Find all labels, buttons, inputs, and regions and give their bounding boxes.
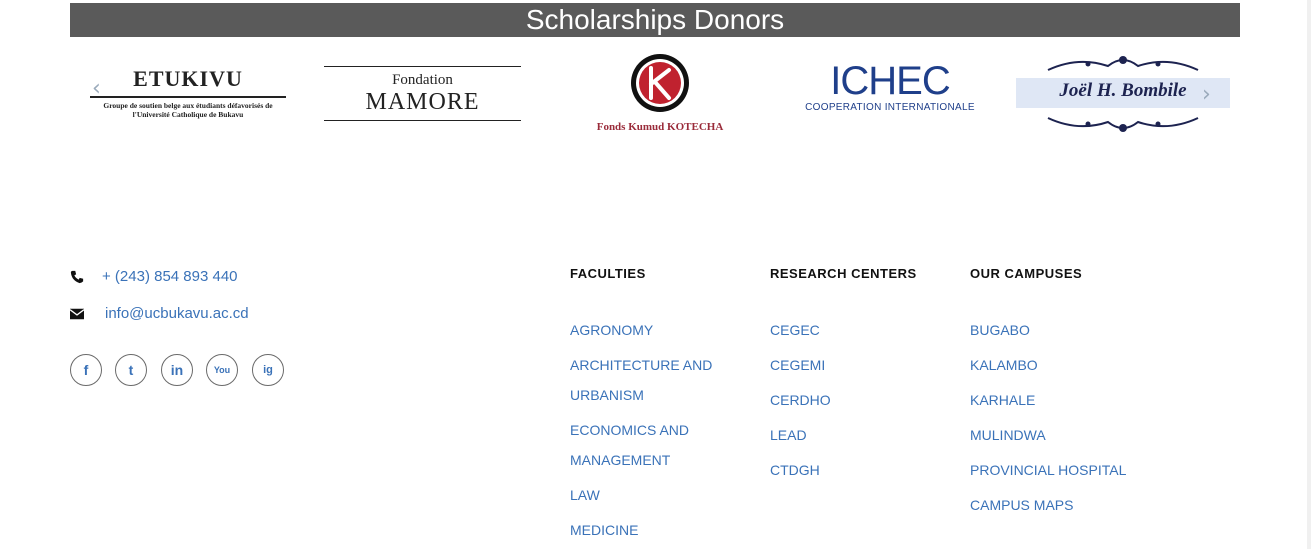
page-scrollbar[interactable]: [1307, 0, 1311, 549]
faculty-link[interactable]: MEDICINE: [570, 515, 712, 545]
research-center-link[interactable]: CEGEMI: [770, 350, 917, 380]
mamore-line2: MAMORE: [365, 89, 480, 115]
ichec-subtitle: COOPERATION INTERNATIONALE: [805, 102, 975, 113]
campus-link[interactable]: PROVINCIAL HOSPITAL: [970, 455, 1126, 485]
envelope-icon: [70, 308, 84, 320]
etukivu-subtitle-2: l'Université Catholique de Bukavu: [132, 110, 244, 119]
faculties-heading: FACULTIES: [570, 266, 646, 281]
research-center-link[interactable]: CTDGH: [770, 455, 917, 485]
research-centers-heading: RESEARCH CENTERS: [770, 266, 917, 281]
campus-link[interactable]: CAMPUS MAPS: [970, 490, 1126, 520]
youtube-icon[interactable]: You: [206, 354, 238, 386]
faculty-link[interactable]: ARCHITECTURE AND URBANISM: [570, 350, 712, 410]
faculty-link[interactable]: LAW: [570, 480, 712, 510]
linkedin-icon[interactable]: in: [161, 354, 193, 386]
twitter-icon[interactable]: t: [115, 354, 147, 386]
facebook-icon[interactable]: f: [70, 354, 102, 386]
faculty-link[interactable]: ECONOMICS AND MANAGEMENT: [570, 415, 712, 475]
etukivu-subtitle-1: Groupe de soutien belge aux étudiants dé…: [103, 101, 273, 110]
research-center-link[interactable]: CERDHO: [770, 385, 917, 415]
research-centers-column: RESEARCH CENTERS CEGEC CEGEMI CERDHO LEA…: [770, 266, 917, 490]
faculties-column: FACULTIES AGRONOMY ARCHITECTURE AND URBAN…: [570, 266, 712, 550]
ornament-top-icon: [1047, 56, 1199, 71]
campus-link[interactable]: KARHALE: [970, 385, 1126, 415]
bombile-name: Joël H. Bombile: [1059, 80, 1187, 101]
ornament-bottom-icon: [1047, 117, 1199, 132]
ichec-name: ICHEC: [830, 59, 950, 103]
research-center-link[interactable]: CEGEC: [770, 315, 917, 345]
etukivu-name: ETUKIVU: [133, 66, 243, 91]
campus-link[interactable]: KALAMBO: [970, 350, 1126, 380]
bombile-logo[interactable]: Joël H. Bombile ›: [1016, 52, 1230, 146]
instagram-icon[interactable]: ig: [252, 354, 284, 386]
phone-number[interactable]: + (243) 854 893 440: [102, 268, 238, 285]
donors-carousel[interactable]: ‹ ETUKIVU Groupe de soutien belge aux ét…: [70, 46, 1240, 146]
carousel-next-arrow[interactable]: ›: [1202, 82, 1211, 107]
email-address[interactable]: info@ucbukavu.ac.cd: [105, 305, 249, 322]
ichec-logo[interactable]: ICHEC COOPERATION INTERNATIONALE: [805, 60, 975, 113]
kotecha-name: Fonds Kumud KOTECHA: [596, 121, 724, 133]
mamore-logo[interactable]: Fondation MAMORE: [324, 66, 521, 121]
etukivu-logo[interactable]: ETUKIVU Groupe de soutien belge aux étud…: [88, 66, 288, 119]
scholarship-donors-title: Scholarships Donors: [70, 3, 1240, 37]
kotecha-logo[interactable]: Fonds Kumud KOTECHA: [590, 52, 730, 133]
campus-link[interactable]: BUGABO: [970, 315, 1126, 345]
phone-icon: [70, 270, 84, 284]
mamore-line1: Fondation: [392, 72, 453, 88]
campuses-column: OUR CAMPUSES BUGABO KALAMBO KARHALE MULI…: [970, 266, 1126, 525]
campus-link[interactable]: MULINDWA: [970, 420, 1126, 450]
kotecha-emblem-icon: [631, 54, 689, 112]
research-center-link[interactable]: LEAD: [770, 420, 917, 450]
faculty-link[interactable]: AGRONOMY: [570, 315, 712, 345]
campuses-heading: OUR CAMPUSES: [970, 266, 1083, 281]
etukivu-rule: [90, 96, 286, 98]
